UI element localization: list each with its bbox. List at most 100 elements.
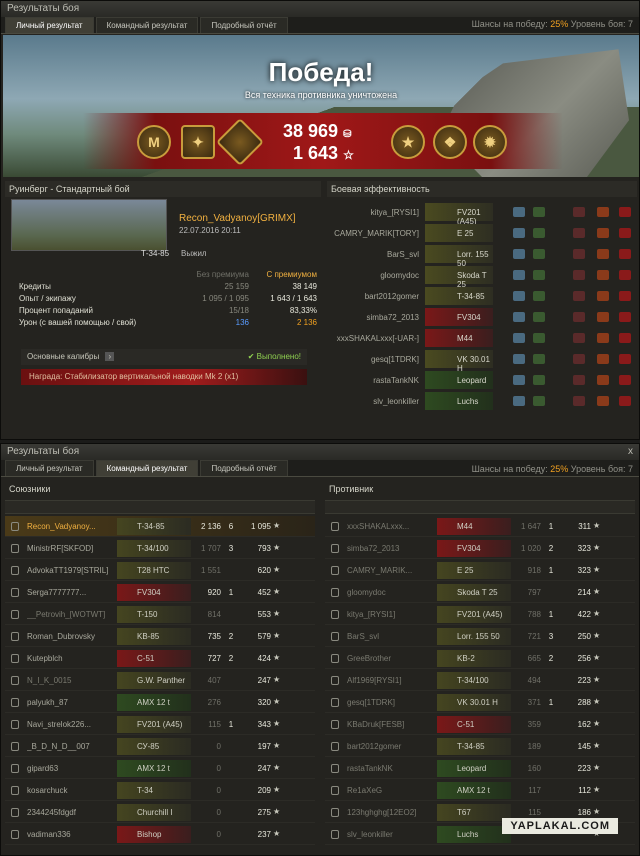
player-row[interactable]: rastaTankNK Leopard 160 223 ★ bbox=[325, 758, 635, 779]
efficiency-row[interactable]: rastaTankNK Leopard bbox=[327, 371, 637, 391]
chevron-right-icon[interactable]: › bbox=[105, 352, 115, 361]
player-row[interactable]: simba72_2013 FV304 1 020 2 323 ★ bbox=[325, 538, 635, 559]
player-row[interactable]: Serga7777777... FV304 920 1 452 ★ bbox=[5, 582, 315, 603]
efficiency-row[interactable]: gesq[1TDRK] VK 30.01 H bbox=[327, 350, 637, 373]
enemy-name: CAMRY_MARIK[TORY] bbox=[334, 229, 419, 238]
achievement-icon-1[interactable]: ★ bbox=[391, 125, 425, 159]
player-row[interactable]: CAMRY_MARIK... E 25 918 1 323 ★ bbox=[325, 560, 635, 581]
player-row[interactable]: 2344245fdgdf Churchill I 0 275 ★ bbox=[5, 802, 315, 823]
player-row[interactable]: _B_D_N_D__007 СУ-85 0 197 ★ bbox=[5, 736, 315, 757]
kills-value: 1 bbox=[228, 720, 234, 729]
achievement-icon-3[interactable]: ✹ bbox=[473, 125, 507, 159]
player-row[interactable]: N_I_K_0015 G.W. Panther 407 247 ★ bbox=[5, 670, 315, 691]
player-row[interactable]: vadiman336 Bishop 0 237 ★ bbox=[5, 824, 315, 845]
player-row[interactable]: Alf1969[RYSI1] T-34/100 494 223 ★ bbox=[325, 670, 635, 691]
tab-personal-result[interactable]: Личный результат bbox=[5, 17, 94, 33]
player-row[interactable]: AdvokaTT1979[STRIL] T28 HTC 1 551 620 ★ bbox=[5, 560, 315, 581]
player-row[interactable]: palyukh_87 AMX 12 t 276 320 ★ bbox=[5, 692, 315, 713]
player-row[interactable]: kosarchuck T-34 0 209 ★ bbox=[5, 780, 315, 801]
platoon-icon bbox=[11, 566, 19, 575]
player-row[interactable]: gipard63 AMX 12 t 0 247 ★ bbox=[5, 758, 315, 779]
player-row[interactable]: kitya_[RYSI1] FV201 (A45) 788 1 422 ★ bbox=[325, 604, 635, 625]
damage-value: 160 bbox=[527, 764, 541, 773]
player-row[interactable]: bart2012gomer T-34-85 189 145 ★ bbox=[325, 736, 635, 757]
spot-icon bbox=[513, 354, 525, 364]
player-name: Recon_Vadyanoy... bbox=[27, 522, 96, 531]
enemy-tank: Lorr. 155 50 bbox=[425, 245, 493, 268]
player-row[interactable]: Roman_Dubrovsky KB-85 735 2 579 ★ bbox=[5, 626, 315, 647]
exp-star-icon: ★ bbox=[273, 609, 281, 618]
kill-icon bbox=[619, 354, 631, 364]
track-icon bbox=[533, 228, 545, 238]
tab-detailed-report[interactable]: Подробный отчёт bbox=[200, 17, 288, 33]
tank-name: СУ-85 bbox=[117, 738, 191, 755]
efficiency-row[interactable]: gloomydoc Skoda T 25 bbox=[327, 266, 637, 289]
calibers-quest[interactable]: Основные калибры › ✔ Выполнено! bbox=[21, 349, 307, 365]
allies-column-header[interactable] bbox=[5, 500, 315, 514]
player-row[interactable]: Re1aXeG AMX 12 t 117 112 ★ bbox=[325, 780, 635, 801]
player-row[interactable]: BarS_svl Lorr. 155 50 721 3 250 ★ bbox=[325, 626, 635, 647]
close-icon[interactable]: x bbox=[628, 446, 633, 458]
efficiency-row[interactable]: xxxSHAKALxxx[-UAR-] M44 bbox=[327, 329, 637, 349]
efficiency-panel: Боевая эффективность kitya_[RYSI1] FV201 … bbox=[327, 181, 637, 439]
team-results-window: Результаты боя x Личный результат Командн… bbox=[0, 443, 640, 856]
spot-icon bbox=[513, 270, 525, 280]
efficiency-row[interactable]: BarS_svl Lorr. 155 50 bbox=[327, 245, 637, 268]
stat-row-hits: Процент попаданий 15/18 83,33% bbox=[19, 306, 317, 315]
tab-detailed-report[interactable]: Подробный отчёт bbox=[200, 460, 288, 476]
crit-icon bbox=[573, 249, 585, 259]
player-name: _B_D_N_D__007 bbox=[27, 742, 90, 751]
exp-star-icon: ★ bbox=[593, 631, 601, 640]
damage-icon bbox=[597, 354, 609, 364]
bottom-title-bar: Результаты боя x bbox=[1, 444, 639, 460]
credit-icon: ⛁ bbox=[343, 129, 352, 140]
efficiency-row[interactable]: kitya_[RYSI1] FV201 (A45) bbox=[327, 203, 637, 226]
exp-value: 237 bbox=[257, 830, 271, 839]
medal-icon[interactable]: ✦ bbox=[181, 125, 215, 159]
exp-value: 214 bbox=[577, 588, 591, 597]
tab-personal-result[interactable]: Личный результат bbox=[5, 460, 94, 476]
platoon-icon bbox=[331, 610, 339, 619]
player-row[interactable]: MinistrRF[SKFOD] T-34/100 1 707 3 793 ★ bbox=[5, 538, 315, 559]
exp-star-icon: ★ bbox=[593, 785, 601, 794]
player-row[interactable]: xxxSHAKALxxx... M44 1 647 1 311 ★ bbox=[325, 516, 635, 537]
enemy-tank: Leopard bbox=[425, 371, 493, 389]
player-name: palyukh_87 bbox=[27, 698, 68, 707]
player-row[interactable]: __Petrovih_[WOTWT] T-150 814 553 ★ bbox=[5, 604, 315, 625]
exp-value: 320 bbox=[257, 698, 271, 707]
kills-value: 2 bbox=[228, 654, 234, 663]
exp-value: 323 bbox=[577, 566, 591, 575]
damage-value: 494 bbox=[527, 676, 541, 685]
tab-team-result[interactable]: Командный результат bbox=[95, 17, 199, 33]
damage-value: 1 551 bbox=[200, 566, 221, 575]
player-name: rastaTankNK bbox=[347, 764, 393, 773]
player-row[interactable]: Recon_Vadyanoy... T-34-85 2 136 6 1 095 ★ bbox=[5, 516, 315, 537]
enemies-column-header[interactable] bbox=[325, 500, 635, 514]
damage-value: 115 bbox=[208, 720, 221, 729]
tank-name: T67 bbox=[437, 804, 511, 821]
player-row[interactable]: gesq[1TDRK] VK 30.01 H 371 1 288 ★ bbox=[325, 692, 635, 713]
track-icon bbox=[533, 270, 545, 280]
enemy-name: bart2012gomer bbox=[364, 292, 419, 301]
credits-earned: 38 969 ⛁ bbox=[283, 121, 352, 141]
player-row[interactable]: Navi_strelok226... FV201 (A45) 115 1 343 ★ bbox=[5, 714, 315, 735]
enemy-tank: FV201 (A45) bbox=[425, 203, 493, 226]
player-row[interactable]: KBaDruk[FESB] C-51 359 162 ★ bbox=[325, 714, 635, 735]
mastery-badge-icon[interactable]: M bbox=[137, 125, 171, 159]
damage-value: 918 bbox=[527, 566, 541, 575]
kills-value: 6 bbox=[228, 522, 234, 531]
player-row[interactable]: GreeBrother KB-2 665 2 256 ★ bbox=[325, 648, 635, 669]
damage-value: 735 bbox=[207, 632, 221, 641]
efficiency-row[interactable]: simba72_2013 FV304 bbox=[327, 308, 637, 328]
track-icon bbox=[533, 354, 545, 364]
efficiency-row[interactable]: bart2012gomer T-34-85 bbox=[327, 287, 637, 307]
platoon-icon bbox=[331, 720, 339, 729]
player-row[interactable]: Kutepblch C-51 727 2 424 ★ bbox=[5, 648, 315, 669]
exp-star-icon: ★ bbox=[273, 587, 281, 596]
tab-team-result[interactable]: Командный результат bbox=[95, 460, 199, 476]
player-row[interactable]: gloomydoc Skoda T 25 797 214 ★ bbox=[325, 582, 635, 603]
efficiency-row[interactable]: slv_leonkiller Luchs bbox=[327, 392, 637, 412]
efficiency-row[interactable]: CAMRY_MARIK[TORY] E 25 bbox=[327, 224, 637, 244]
exp-value: 247 bbox=[257, 764, 271, 773]
achievement-icon-2[interactable]: ❖ bbox=[433, 125, 467, 159]
